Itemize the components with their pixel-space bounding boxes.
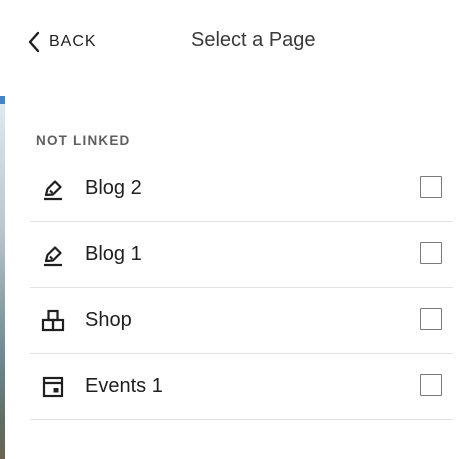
section-label-not-linked: NOT LINKED — [36, 133, 131, 148]
screen: BACK Select a Page NOT LINKED Blog 2 Blo… — [0, 0, 474, 459]
chevron-left-icon — [27, 31, 41, 53]
page-list: Blog 2 Blog 1 Shop Events 1 — [30, 156, 453, 420]
page-title: Select a Page — [191, 29, 316, 51]
page-checkbox[interactable] — [420, 374, 442, 396]
page-item-label: Events 1 — [85, 375, 163, 397]
page-checkbox[interactable] — [420, 308, 442, 330]
page-item-events-1[interactable]: Events 1 — [30, 354, 453, 420]
page-item-label: Shop — [85, 309, 132, 331]
page-checkbox[interactable] — [420, 242, 442, 264]
back-button[interactable]: BACK — [27, 30, 97, 54]
page-item-blog-1[interactable]: Blog 1 — [30, 222, 453, 288]
page-item-shop[interactable]: Shop — [30, 288, 453, 354]
page-checkbox[interactable] — [420, 176, 442, 198]
page-item-label: Blog 1 — [85, 243, 142, 265]
blog-icon — [38, 240, 68, 270]
events-icon — [38, 372, 68, 402]
page-item-blog-2[interactable]: Blog 2 — [30, 156, 453, 222]
blog-icon — [38, 174, 68, 204]
panel-header: BACK Select a Page — [5, 20, 474, 64]
select-page-panel: BACK Select a Page NOT LINKED Blog 2 Blo… — [5, 0, 474, 459]
page-item-label: Blog 2 — [85, 177, 142, 199]
shop-icon — [38, 306, 68, 336]
back-label: BACK — [49, 33, 97, 50]
